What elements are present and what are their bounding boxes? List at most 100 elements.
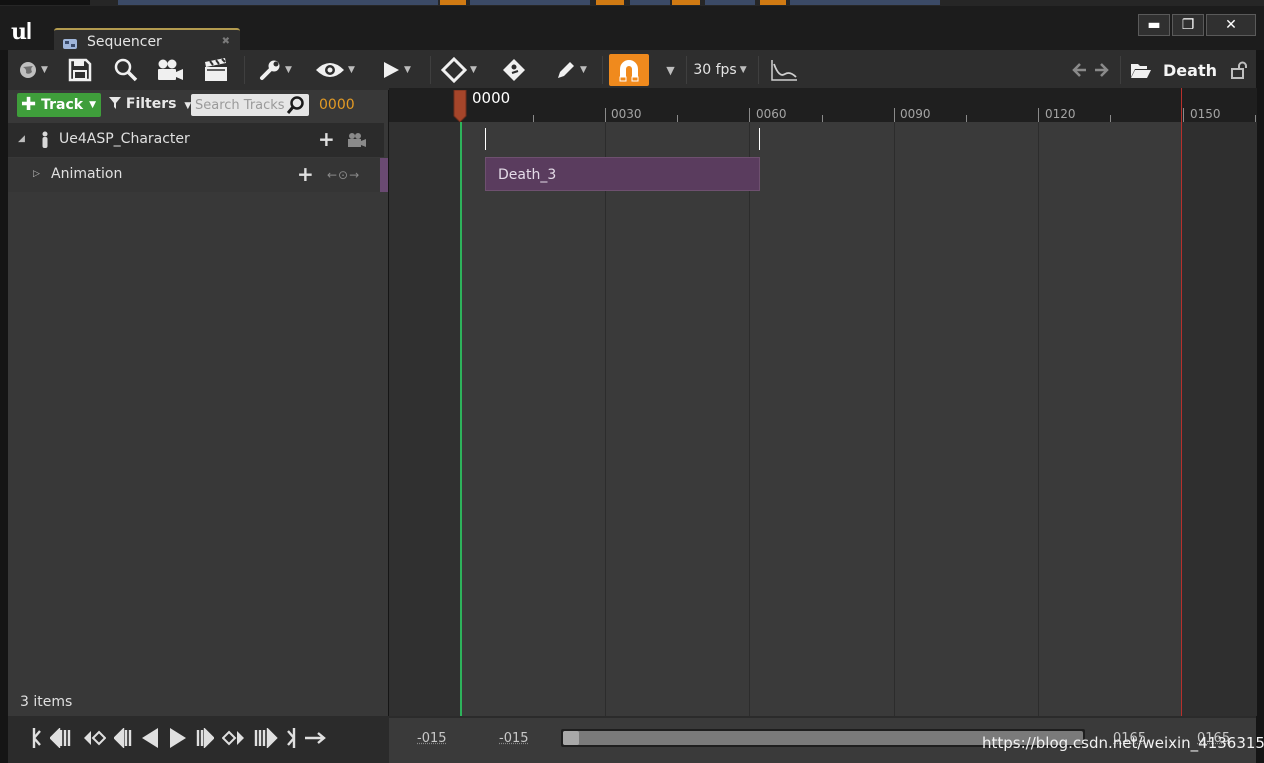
window-controls: ▬ ❐ ✕ [1138,14,1256,36]
tick-label: 0150 [1190,107,1221,121]
frame-rate-dropdown[interactable]: 30 fps ▼ [690,54,750,86]
loop-mode-button[interactable] [304,731,326,745]
pre-roll-region [389,122,461,716]
tab-close-icon[interactable]: ✖ [222,36,230,47]
next-frame-button[interactable] [254,728,278,748]
sequence-name: Death [1160,54,1220,86]
time-ruler[interactable]: 0030 0060 0090 0120 0150 0000 [389,88,1257,123]
snap-options-dropdown[interactable]: ▼ [656,54,682,86]
track-search-input[interactable] [195,96,287,114]
next-key-button[interactable] [222,728,246,748]
close-button[interactable]: ✕ [1206,14,1256,36]
working-range-start[interactable]: -015 [499,731,529,746]
expand-arrow-icon: ▷ [33,169,40,179]
section-start-key[interactable] [485,128,486,150]
track-label: Ue4ASP_Character [59,131,190,147]
jump-to-start-button[interactable] [32,727,42,749]
grid-line [749,122,750,716]
filters-button[interactable]: Filters ▼ [109,96,191,112]
track-outliner: ✚ Track ▼ Filters ▼ 0000 ◢ Ue4ASP_Charac… [8,90,388,716]
tick-label: 0120 [1045,107,1076,121]
auto-key-button[interactable] [498,54,530,86]
sequencer-toolbar: ▼ ▼ ▼ ▼ ▼ ▼ ▼ 30 fps ▼ Death [8,50,1256,90]
general-options-button[interactable]: ▼ [252,54,298,86]
search-icon [286,96,305,118]
view-range-start[interactable]: -015 [417,731,447,746]
section-label: Death_3 [498,167,557,183]
tab-label: Sequencer [87,34,162,50]
curve-editor-button[interactable] [768,54,800,86]
arrow-left-icon [1071,62,1087,78]
snap-toggle-button[interactable] [609,54,649,86]
arrow-right-icon [1094,62,1110,78]
step-forward-button[interactable] [196,728,214,748]
back-arrow-button[interactable] [1068,54,1090,86]
post-roll-region [1182,122,1257,716]
track-row-animation[interactable]: ▷ Animation + ←⊙→ [8,158,388,192]
maximize-button[interactable]: ❐ [1172,14,1204,36]
transport-controls [32,726,334,750]
svg-text:u: u [11,19,27,45]
grid-line [605,122,606,716]
animation-section[interactable]: Death_3 [485,157,760,191]
key-diamond-icon [441,57,468,83]
timeline-area[interactable]: 0030 0060 0090 0120 0150 0000 Death_3 [389,88,1257,716]
playback-start-marker[interactable] [460,122,462,716]
create-camera-button[interactable] [154,54,186,86]
play-button[interactable] [168,727,188,749]
previous-frame-button[interactable] [50,728,74,748]
grid-line [894,122,895,716]
search-icon [113,57,139,83]
playback-end-marker[interactable] [1181,88,1182,716]
add-subtrack-icon[interactable]: + [318,127,335,151]
toolbar-separator [1120,56,1121,84]
current-time-readout[interactable]: 0000 [319,97,355,113]
toolbar-separator [430,56,431,84]
lock-button[interactable] [1228,54,1250,86]
eye-icon [315,60,345,80]
window-title-bar: u Sequencer ✖ ▬ ❐ ✕ [0,6,1264,56]
major-tick [1038,108,1039,122]
playhead-handle[interactable] [453,89,467,123]
forward-arrow-button[interactable] [1091,54,1113,86]
previous-key-button[interactable] [82,728,106,748]
item-count: 3 items [20,694,73,710]
key-navigation-icon[interactable]: ←⊙→ [327,168,360,182]
tick-label: 0090 [900,107,931,121]
add-track-button[interactable]: ✚ Track ▼ [17,93,101,117]
view-options-button[interactable]: ▼ [310,54,360,86]
camera-icon[interactable] [347,132,367,152]
toolbar-separator [686,56,687,84]
tick-label: 0060 [756,107,787,121]
key-options-button[interactable]: ▼ [436,54,482,86]
render-movie-button[interactable] [200,54,232,86]
track-label: Animation [51,166,123,182]
track-search-box [191,94,309,116]
filter-icon [109,96,121,112]
minor-tick [1110,115,1111,122]
minor-tick [966,115,967,122]
edit-mode-button[interactable]: ▼ [548,54,594,86]
frame-rate-label: 30 fps [693,62,737,78]
major-tick [749,108,750,122]
jump-to-end-button[interactable] [286,727,296,749]
add-animation-icon[interactable]: + [297,162,314,186]
play-reverse-button[interactable] [140,727,160,749]
track-row-ue4asp-character[interactable]: ◢ Ue4ASP_Character + [8,123,384,157]
major-tick [605,108,606,122]
find-asset-button[interactable] [110,54,142,86]
magnet-icon [616,57,642,83]
playhead-time: 0000 [472,89,511,107]
step-back-button[interactable] [114,728,132,748]
minimize-button[interactable]: ▬ [1138,14,1170,36]
playback-options-button[interactable]: ▼ [374,54,418,86]
filters-label: Filters [125,96,177,112]
save-button[interactable] [64,54,96,86]
sequence-name-label: Death [1163,60,1217,80]
tick-label: 0030 [611,107,642,121]
section-end-key[interactable] [759,128,760,150]
browse-sequence-button[interactable] [1128,54,1154,86]
grid-line [1038,122,1039,716]
world-menu-button[interactable]: ▼ [14,54,52,86]
globe-icon [18,60,38,80]
